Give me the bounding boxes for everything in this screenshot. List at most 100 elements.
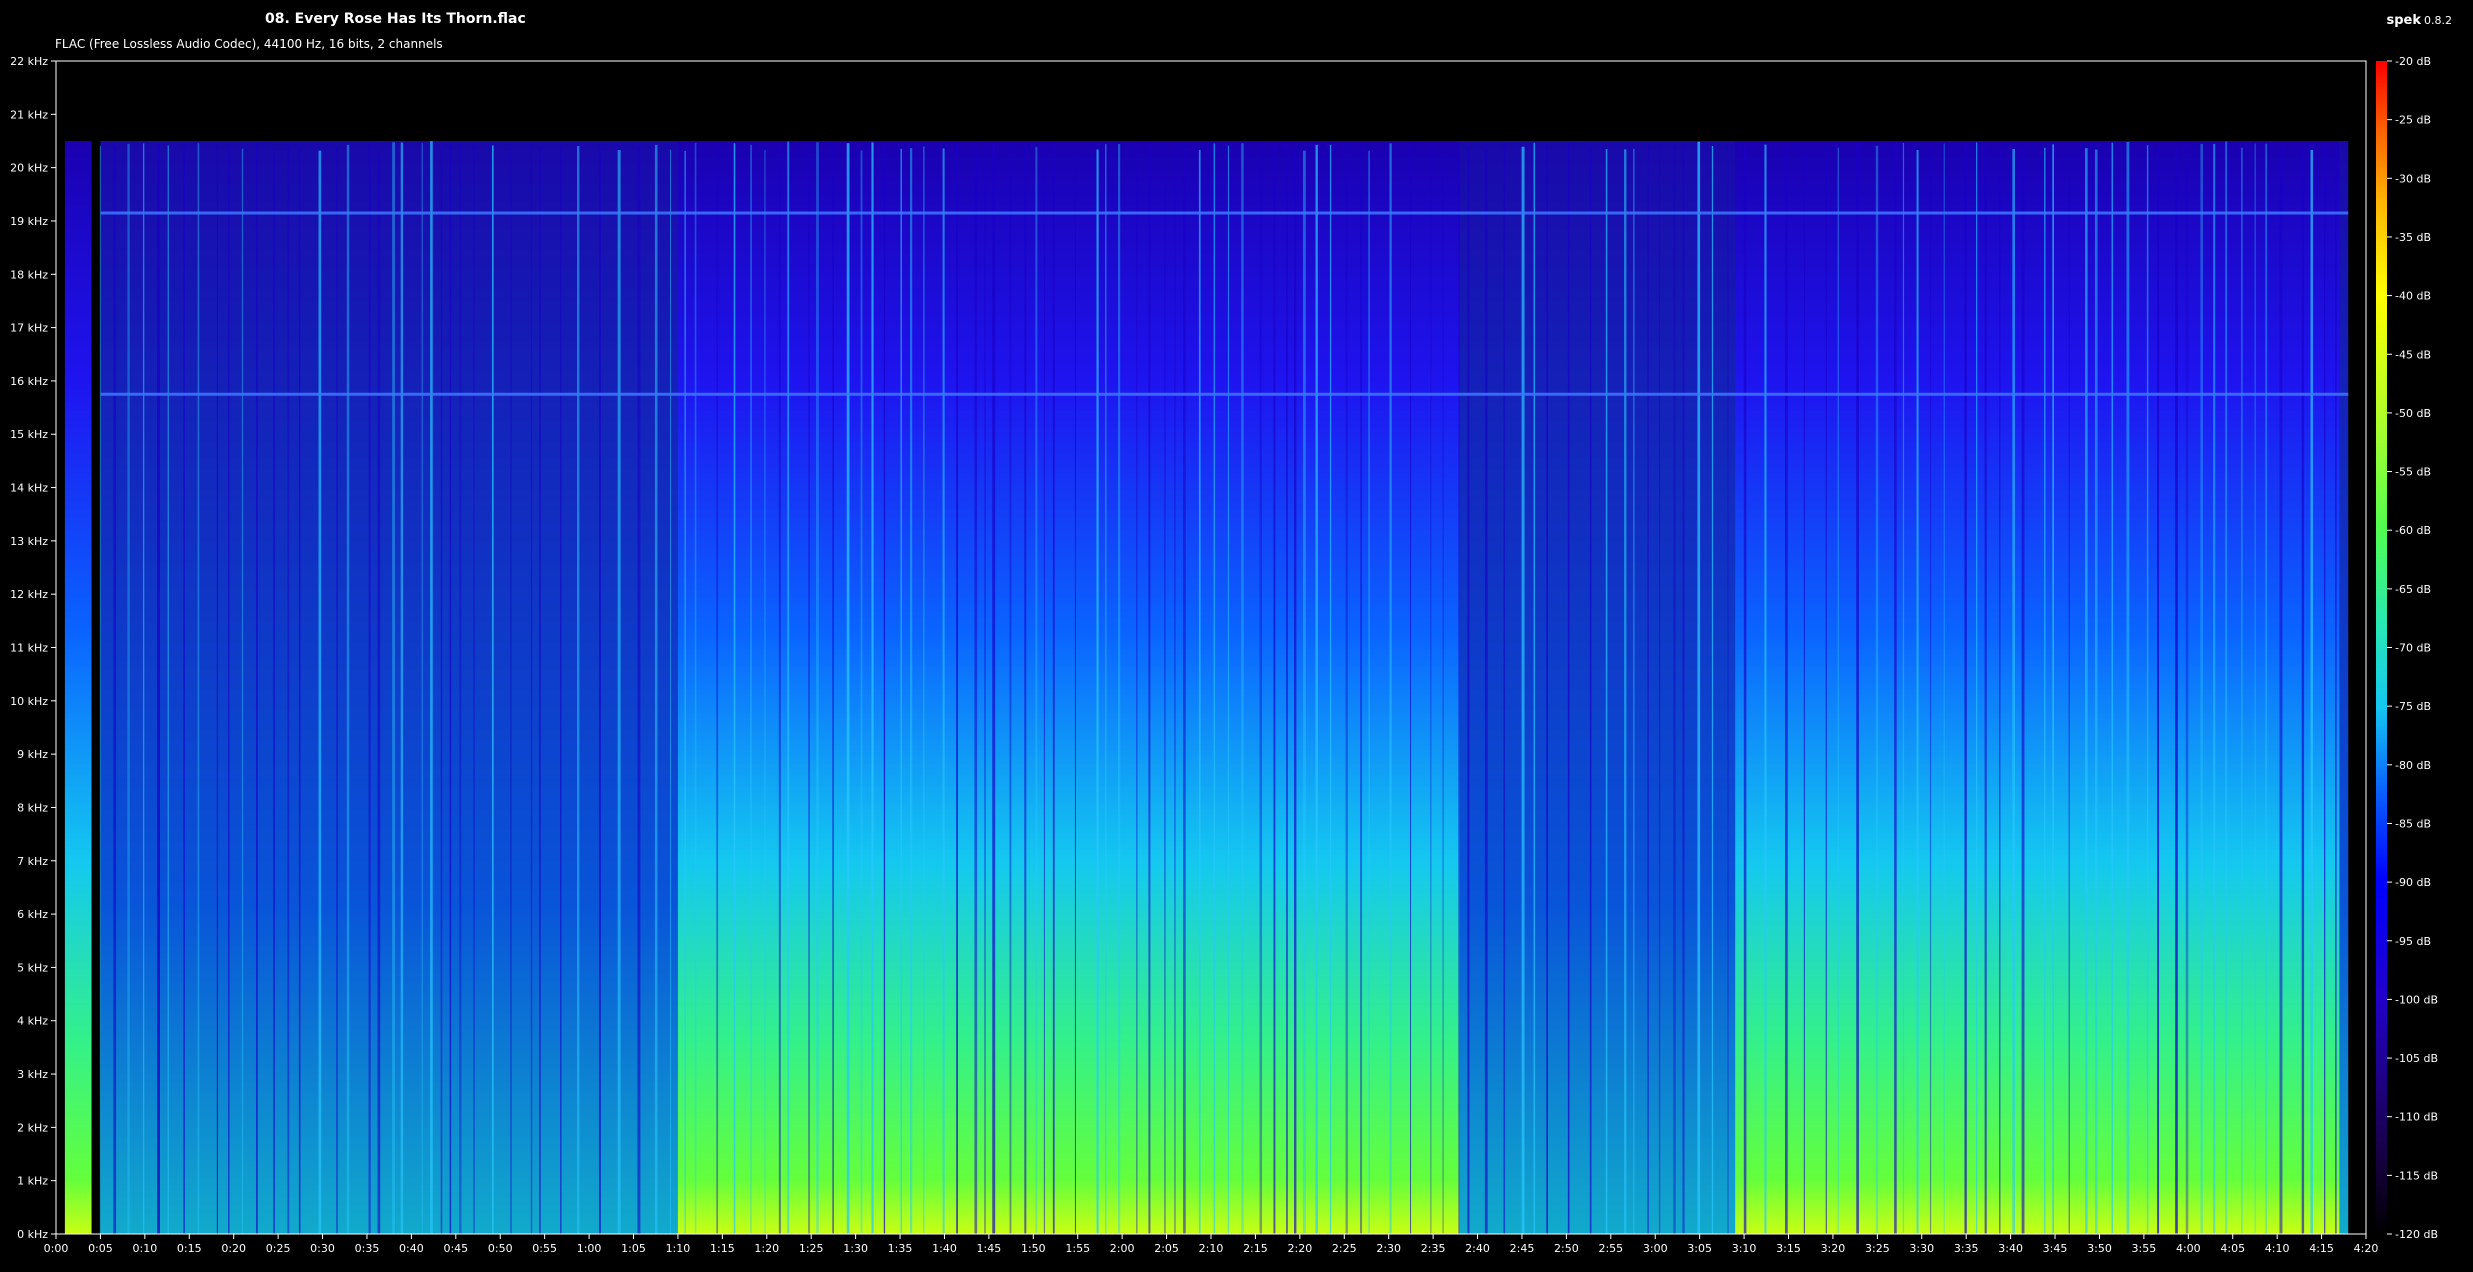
x-tick-label: 2:20 [1287, 1242, 1312, 1255]
x-tick-label: 2:40 [1465, 1242, 1490, 1255]
x-tick-label: 0:45 [443, 1242, 468, 1255]
x-tick-label: 1:35 [888, 1242, 913, 1255]
x-tick-label: 0:30 [310, 1242, 335, 1255]
x-tick-label: 2:05 [1154, 1242, 1179, 1255]
y-tick-label: 10 kHz [10, 695, 48, 708]
colorbar-tick-label: -100 dB [2395, 993, 2438, 1006]
x-tick-label: 1:50 [1021, 1242, 1046, 1255]
x-tick-label: 3:55 [2132, 1242, 2157, 1255]
x-tick-label: 3:15 [1776, 1242, 1801, 1255]
x-tick-label: 0:50 [488, 1242, 513, 1255]
y-tick-label: 17 kHz [10, 322, 48, 335]
x-tick-label: 3:35 [1954, 1242, 1979, 1255]
x-tick-label: 3:50 [2087, 1242, 2112, 1255]
x-tick-label: 2:30 [1376, 1242, 1401, 1255]
x-tick-label: 2:55 [1598, 1242, 1623, 1255]
y-tick-label: 3 kHz [17, 1068, 48, 1081]
x-tick-label: 3:40 [1998, 1242, 2023, 1255]
x-tick-label: 3:25 [1865, 1242, 1890, 1255]
colorbar-tick-label: -75 dB [2395, 700, 2431, 713]
x-tick-label: 1:00 [577, 1242, 602, 1255]
x-tick-label: 0:00 [44, 1242, 69, 1255]
y-tick-label: 13 kHz [10, 535, 48, 548]
x-tick-label: 4:05 [2220, 1242, 2245, 1255]
y-tick-label: 22 kHz [10, 55, 48, 68]
colorbar-tick-label: -60 dB [2395, 524, 2431, 537]
colorbar-tick-label: -70 dB [2395, 642, 2431, 655]
loud-section [677, 140, 1460, 1234]
x-tick-label: 2:10 [1199, 1242, 1224, 1255]
y-tick-label: 12 kHz [10, 588, 48, 601]
x-tick-label: 4:15 [2309, 1242, 2334, 1255]
y-tick-label: 14 kHz [10, 482, 48, 495]
y-tick-label: 6 kHz [17, 908, 48, 921]
x-tick-label: 1:10 [666, 1242, 691, 1255]
colorbar-tick-label: -65 dB [2395, 583, 2431, 596]
colorbar-tick-label: -110 dB [2395, 1111, 2438, 1124]
x-tick-label: 0:35 [355, 1242, 380, 1255]
colorbar [2376, 61, 2387, 1234]
colorbar-tick-label: -40 dB [2395, 290, 2431, 303]
x-tick-label: 2:15 [1243, 1242, 1268, 1255]
colorbar-tick-label: -25 dB [2395, 114, 2431, 127]
y-tick-label: 19 kHz [10, 215, 48, 228]
colorbar-tick-label: -105 dB [2395, 1052, 2438, 1065]
colorbar-tick-label: -120 dB [2395, 1228, 2438, 1241]
x-tick-label: 4:10 [2265, 1242, 2290, 1255]
x-tick-label: 3:05 [1687, 1242, 1712, 1255]
colorbar-tick-label: -115 dB [2395, 1169, 2438, 1182]
colorbar-tick-label: -20 dB [2395, 55, 2431, 68]
y-tick-label: 9 kHz [17, 748, 48, 761]
y-tick-label: 8 kHz [17, 801, 48, 814]
x-tick-label: 2:35 [1421, 1242, 1446, 1255]
colorbar-tick-label: -80 dB [2395, 759, 2431, 772]
x-tick-label: 0:40 [399, 1242, 424, 1255]
x-tick-label: 1:20 [754, 1242, 779, 1255]
x-tick-label: 1:15 [710, 1242, 735, 1255]
x-tick-label: 0:20 [221, 1242, 246, 1255]
y-tick-label: 16 kHz [10, 375, 48, 388]
y-tick-label: 18 kHz [10, 268, 48, 281]
colorbar-tick-label: -95 dB [2395, 935, 2431, 948]
y-tick-label: 0 kHz [17, 1228, 48, 1241]
colorbar-tick-label: -50 dB [2395, 407, 2431, 420]
y-axis: 0 kHz 1 kHz 2 kHz 3 kHz 4 kHz 5 kHz 6 kHz 7 kHz… [10, 55, 56, 1241]
x-tick-label: 3:10 [1732, 1242, 1757, 1255]
x-tick-label: 0:15 [177, 1242, 202, 1255]
y-tick-label: 21 kHz [10, 108, 48, 121]
y-tick-label: 20 kHz [10, 162, 48, 175]
x-tick-label: 2:45 [1510, 1242, 1535, 1255]
y-tick-label: 2 kHz [17, 1121, 48, 1134]
x-tick-label: 3:30 [1909, 1242, 1934, 1255]
colorbar-tick-label: -90 dB [2395, 876, 2431, 889]
loud-section [64, 140, 92, 1234]
x-tick-label: 2:50 [1554, 1242, 1579, 1255]
x-tick-label: 0:05 [88, 1242, 113, 1255]
colorbar-tick-label: -55 dB [2395, 466, 2431, 479]
x-tick-label: 1:05 [621, 1242, 646, 1255]
y-tick-label: 5 kHz [17, 961, 48, 974]
x-tick-label: 4:00 [2176, 1242, 2201, 1255]
x-tick-label: 1:45 [977, 1242, 1002, 1255]
x-tick-label: 0:25 [266, 1242, 291, 1255]
y-tick-label: 15 kHz [10, 428, 48, 441]
colorbar-axis: -20 dB -25 dB -30 dB -35 dB -40 dB -45 dB -50 … [2387, 55, 2438, 1241]
y-tick-label: 1 kHz [17, 1175, 48, 1188]
x-tick-label: 4:20 [2354, 1242, 2379, 1255]
colorbar-tick-label: -45 dB [2395, 348, 2431, 361]
x-tick-label: 3:20 [1821, 1242, 1846, 1255]
x-tick-label: 1:55 [1065, 1242, 1090, 1255]
x-tick-label: 0:10 [132, 1242, 157, 1255]
colorbar-tick-label: -35 dB [2395, 231, 2431, 244]
x-tick-label: 3:45 [2043, 1242, 2068, 1255]
x-tick-label: 1:30 [843, 1242, 868, 1255]
x-tick-label: 1:25 [799, 1242, 824, 1255]
y-tick-label: 7 kHz [17, 855, 48, 868]
spectrogram-chart: 0:00 0:05 0:10 0:15 0:20 0:25 0:30 0:35 0:40 0:45… [10, 55, 2438, 1255]
colorbar-tick-label: -85 dB [2395, 817, 2431, 830]
x-tick-label: 0:55 [532, 1242, 557, 1255]
x-tick-label: 2:25 [1332, 1242, 1357, 1255]
y-tick-label: 4 kHz [17, 1015, 48, 1028]
x-tick-label: 1:40 [932, 1242, 957, 1255]
colorbar-tick-label: -30 dB [2395, 172, 2431, 185]
